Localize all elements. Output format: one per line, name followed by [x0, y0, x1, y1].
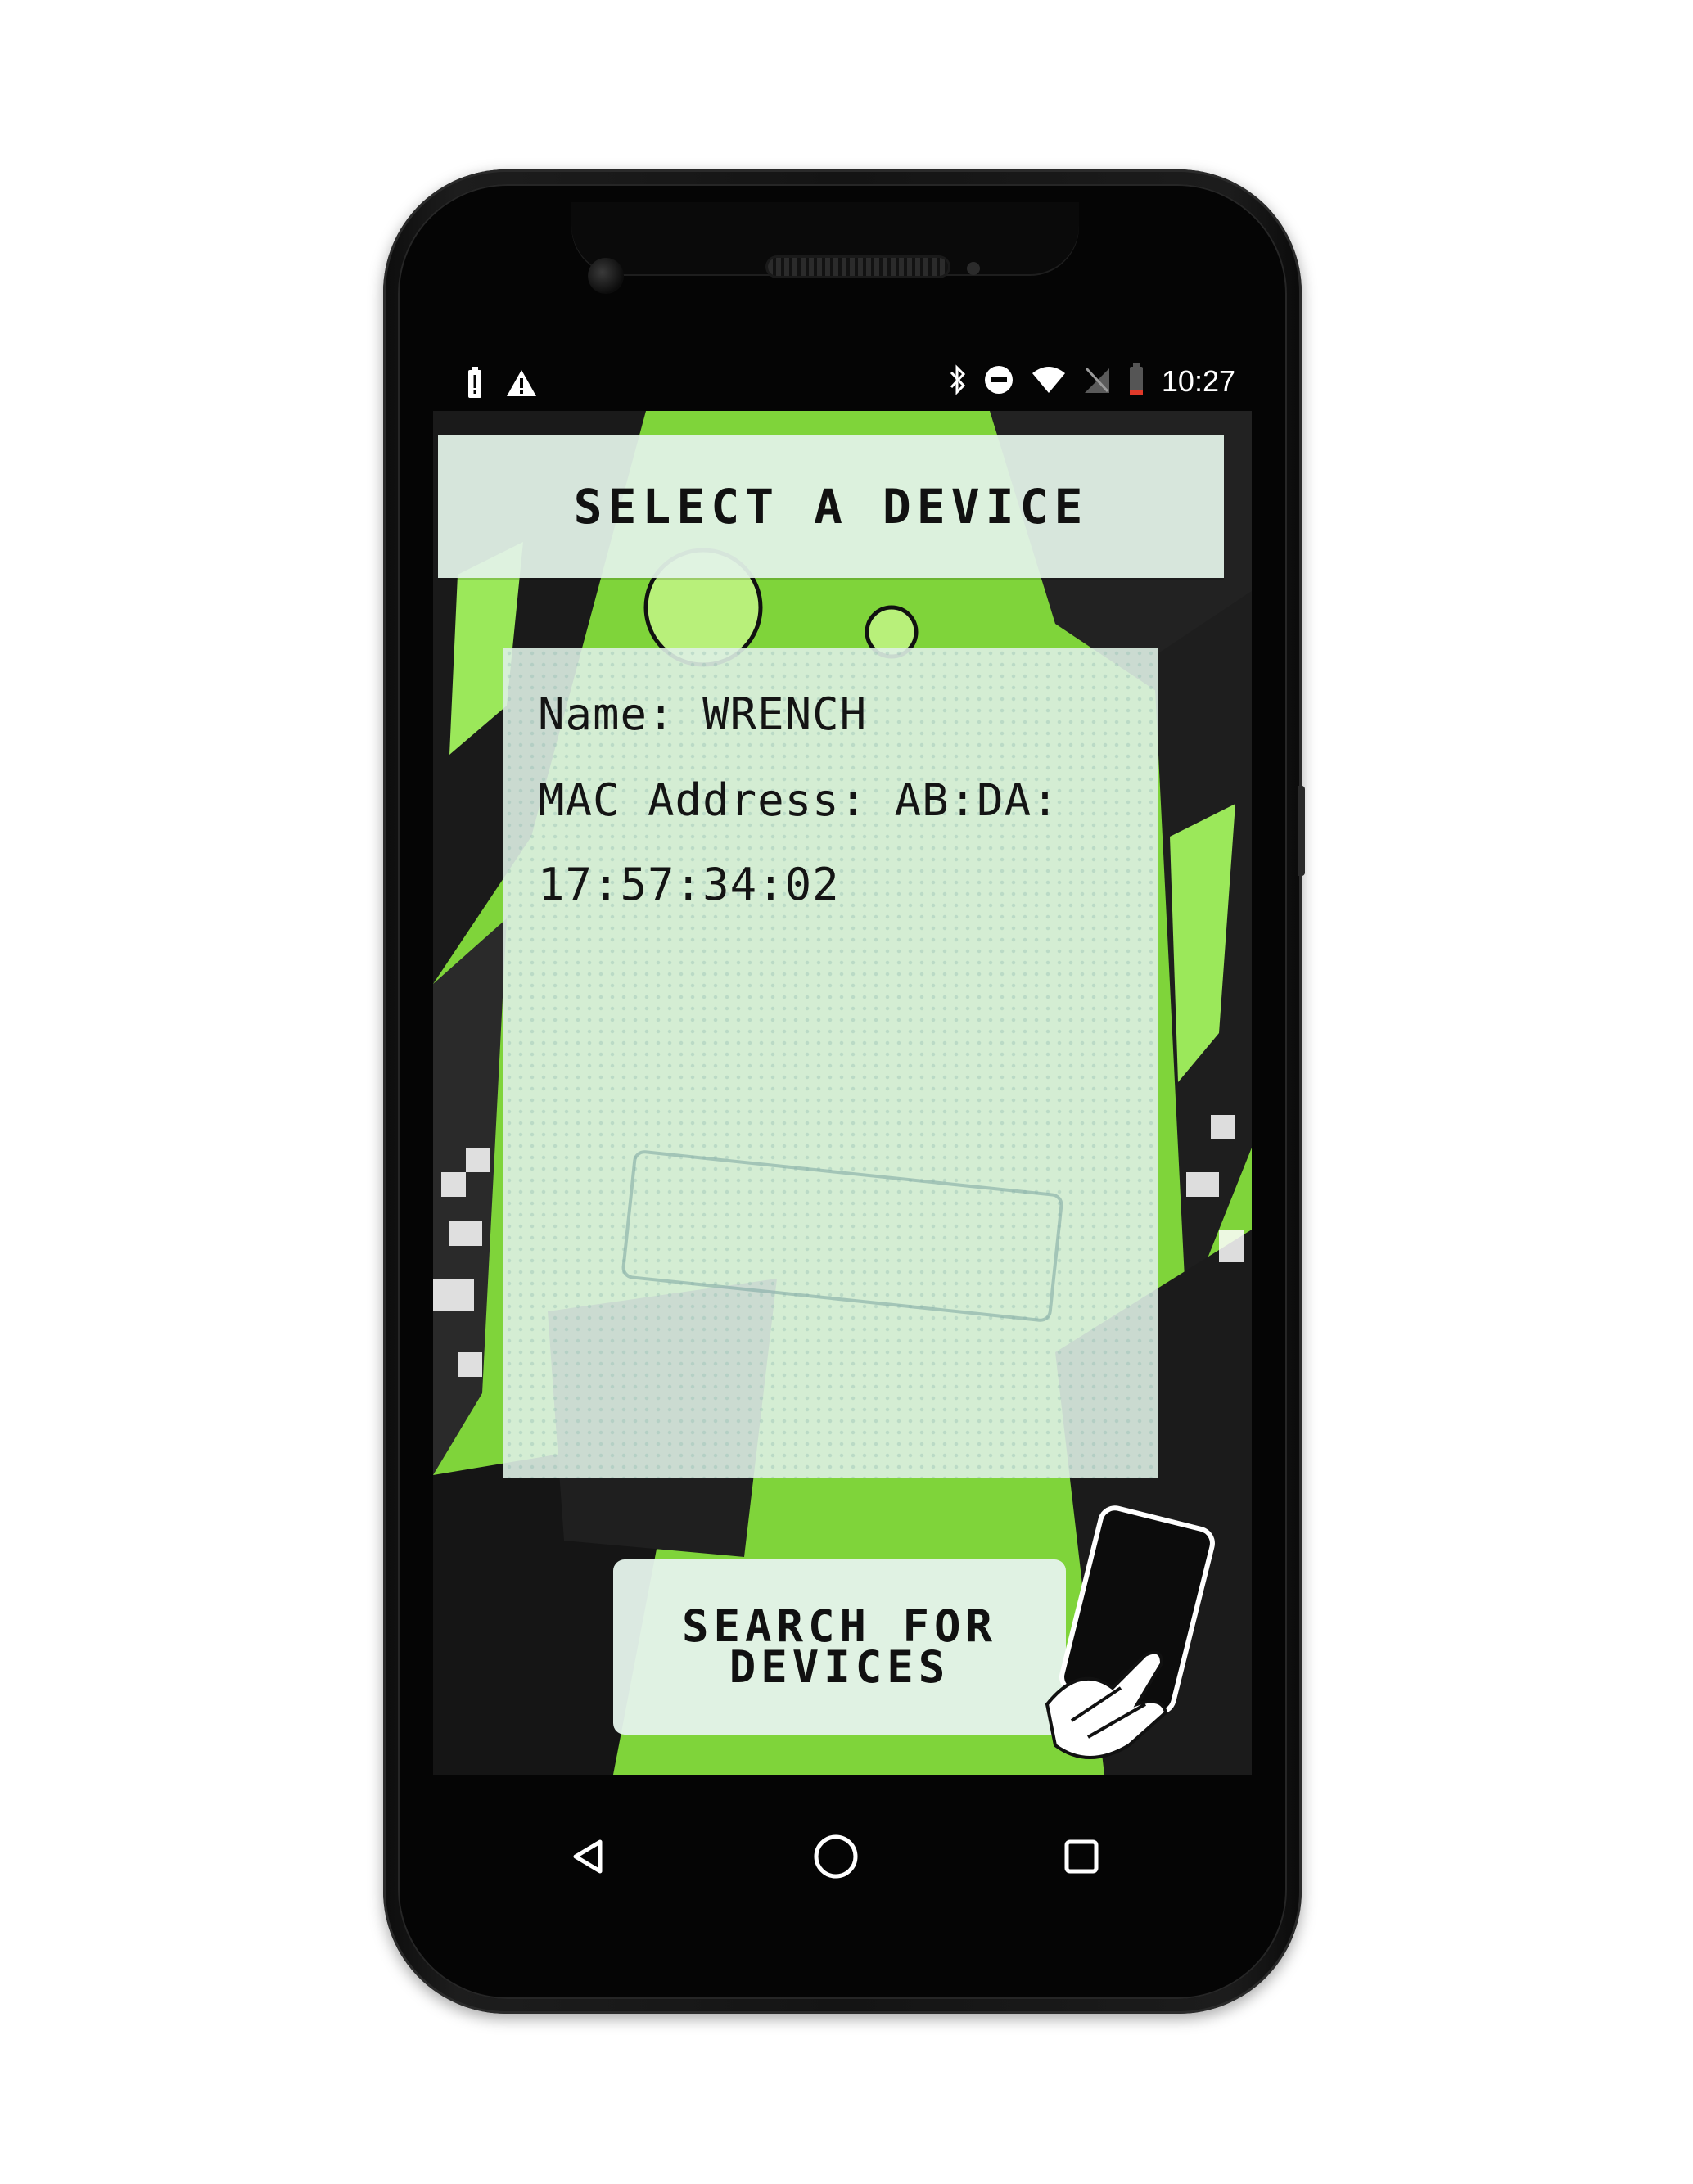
battery-alert-icon: [466, 367, 484, 403]
wifi-icon: [1031, 365, 1067, 398]
earpiece-speaker: [768, 258, 948, 276]
search-devices-label: SEARCH FOR DEVICES: [681, 1600, 998, 1693]
product-photo: 10:27 SELECT A DEVICE Name: WRENCH MAC A…: [0, 0, 1693, 2184]
status-bar: 10:27: [433, 352, 1252, 411]
status-left-icons: [466, 367, 538, 403]
device-list-item[interactable]: Name: WRENCH MAC Address: AB:DA: 17:57:3…: [503, 648, 1158, 1478]
warning-icon: [505, 368, 538, 401]
device-mac-address: MAC Address: AB:DA:: [538, 774, 1059, 826]
proximity-sensor: [967, 262, 980, 275]
app-content: SELECT A DEVICE Name: WRENCH MAC Address…: [433, 411, 1252, 1775]
background-logo-panel: [621, 1148, 1064, 1324]
battery-low-icon: [1127, 363, 1145, 399]
navigation-bar: [433, 1775, 1252, 1947]
skeleton-hand-phone-icon: [1045, 1505, 1215, 1759]
power-button[interactable]: [1298, 786, 1305, 876]
title-bar: SELECT A DEVICE: [438, 435, 1224, 578]
front-camera: [588, 258, 624, 294]
do-not-disturb-icon: [983, 364, 1014, 399]
page-title: SELECT A DEVICE: [573, 479, 1089, 535]
no-sim-icon: [1083, 365, 1111, 398]
recents-icon[interactable]: [1049, 1824, 1114, 1889]
search-devices-button[interactable]: SEARCH FOR DEVICES: [613, 1559, 1066, 1735]
status-right-icons: 10:27: [949, 363, 1235, 399]
device-mac-address-continued: 17:57:34:02: [538, 859, 840, 910]
phone-screen: 10:27 SELECT A DEVICE Name: WRENCH MAC A…: [433, 352, 1252, 1775]
status-clock: 10:27: [1161, 364, 1235, 398]
bluetooth-icon: [949, 364, 967, 399]
back-icon[interactable]: [556, 1824, 621, 1889]
device-name: Name: WRENCH: [538, 688, 868, 740]
home-icon[interactable]: [803, 1824, 869, 1889]
